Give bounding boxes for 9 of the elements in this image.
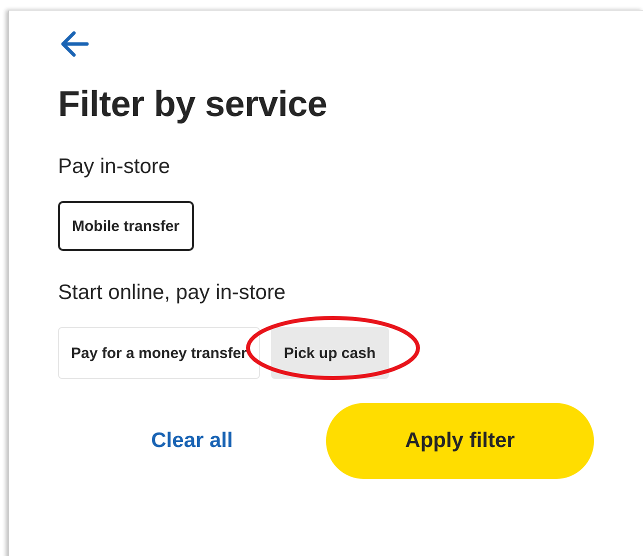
filter-chip[interactable]: Mobile transfer	[58, 201, 194, 251]
back-arrow-icon[interactable]	[59, 29, 91, 59]
section-heading: Pay in-store	[58, 155, 172, 179]
panel-title: Filter by service	[58, 83, 328, 125]
filter-chip[interactable]: Pick up cash	[270, 327, 389, 379]
clear-all-link[interactable]: Clear all	[58, 429, 326, 453]
apply-filter-button[interactable]: Apply filter	[326, 403, 594, 479]
filter-chip[interactable]: Pay for a money transfer	[58, 327, 260, 379]
section-heading: Start online, pay in-store	[58, 281, 287, 305]
